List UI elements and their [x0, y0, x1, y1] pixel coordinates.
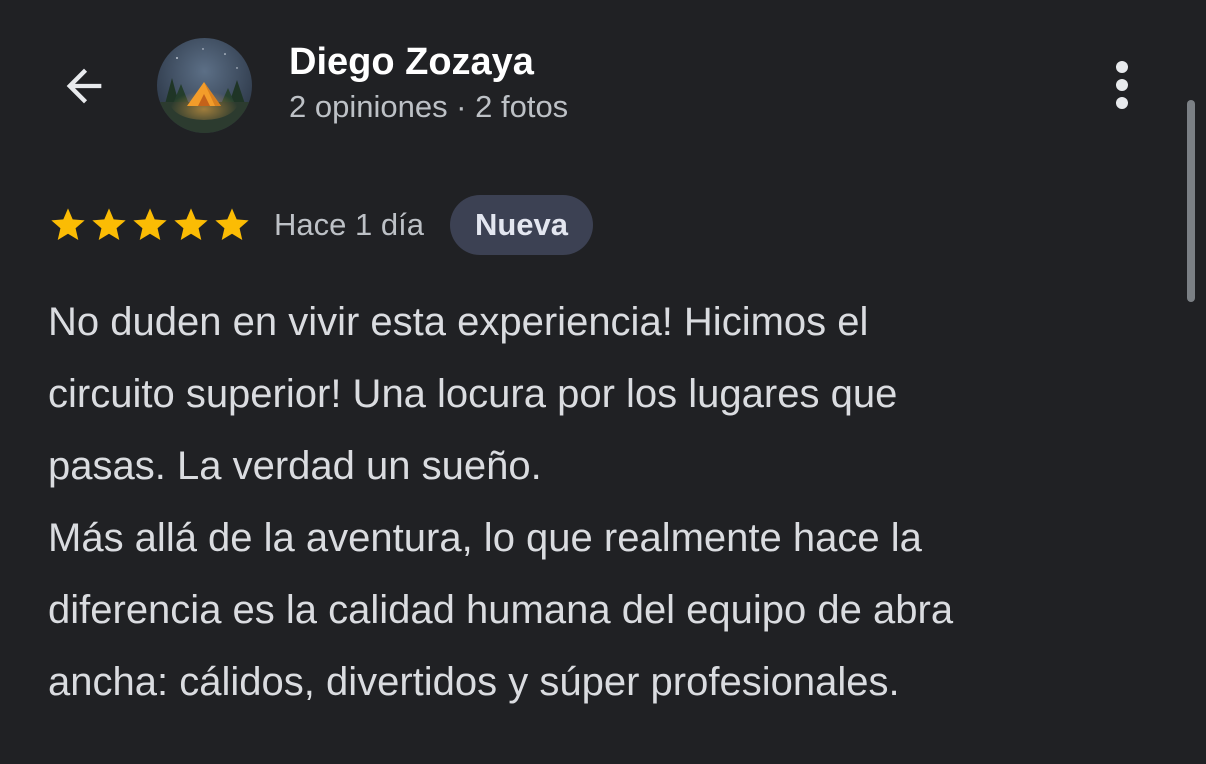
author-name[interactable]: Diego Zozaya: [289, 38, 534, 86]
review-text-line: pasas. La verdad un sueño.: [48, 444, 542, 488]
review-text-line: Más allá de la aventura, lo que realment…: [48, 516, 922, 560]
review-text-line: ancha: cálidos, divertidos y súper profe…: [48, 660, 900, 704]
review-text-line: No duden en vivir esta experiencia! Hici…: [48, 300, 869, 344]
author-meta: 2 opiniones · 2 fotos: [289, 89, 569, 124]
star-rating: [48, 205, 252, 245]
star-filled-icon: [92, 208, 126, 240]
scrollbar-thumb[interactable]: [1187, 100, 1195, 302]
rating-row: Hace 1 día Nueva: [48, 194, 593, 256]
more-options-button[interactable]: [1098, 52, 1146, 118]
review-text: No duden en vivir esta experiencia! Hici…: [48, 286, 1168, 718]
more-vert-icon: [1116, 61, 1128, 109]
back-button[interactable]: [54, 56, 114, 116]
star-filled-icon: [215, 208, 249, 240]
star-filled-icon: [51, 208, 85, 240]
star-filled-icon: [174, 208, 208, 240]
tent-at-night-avatar: [157, 38, 252, 133]
review-date: Hace 1 día: [274, 207, 424, 242]
author-avatar[interactable]: [157, 38, 252, 133]
arrow-back-icon: [66, 68, 102, 104]
star-filled-icon: [133, 208, 167, 240]
review-text-line: circuito superior! Una locura por los lu…: [48, 372, 898, 416]
review-text-line: diferencia es la calidad humana del equi…: [48, 588, 954, 632]
new-badge: Nueva: [449, 195, 593, 255]
